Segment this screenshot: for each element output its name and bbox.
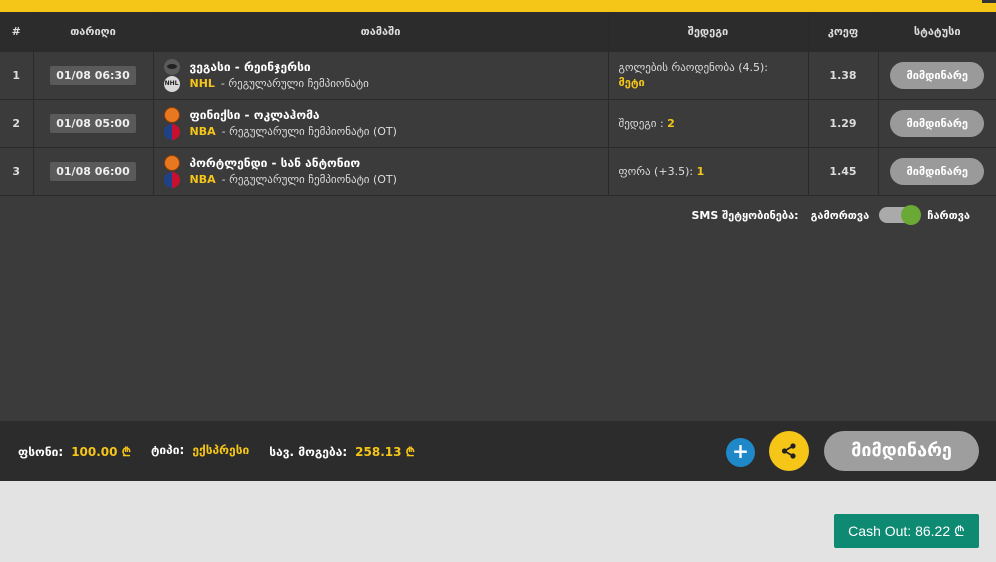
pick-value: მეტი: [618, 76, 645, 89]
col-header-num: #: [0, 12, 33, 51]
status-badge[interactable]: მიმდინარე: [890, 109, 985, 137]
sms-label: SMS შეტყობინება:: [691, 208, 799, 222]
match-teams[interactable]: ვეგასი - რეინჯერსი: [190, 60, 311, 74]
row-number: 3: [0, 146, 33, 195]
tournament-name: - რეგულარული ჩემპიონატი (OT): [221, 125, 397, 138]
match-date: 01/08 05:00: [50, 113, 136, 133]
tournament-name: - რეგულარული ჩემპიონატი (OT): [221, 173, 397, 186]
top-corner-mark: [982, 0, 996, 3]
match-teams[interactable]: პორტლენდი - სან ანტონიო: [190, 156, 361, 170]
share-icon: [781, 443, 796, 459]
status-badge[interactable]: მიმდინარე: [890, 61, 985, 89]
odds-value: 1.38: [807, 50, 878, 99]
col-header-result: შედეგი: [607, 12, 808, 51]
possible-win-label: სავ. მოგება:: [269, 445, 348, 459]
match-teams[interactable]: ფინიქსი - ოკლაჰომა: [190, 108, 320, 122]
odds-value: 1.29: [807, 98, 878, 147]
sms-notification-control: SMS შეტყობინება: გამორთვა ჩართვა: [691, 205, 970, 225]
cash-out-button[interactable]: Cash Out: 86.22 ₾: [834, 514, 979, 548]
nhl-logo-icon: NHL: [163, 75, 180, 92]
toggle-knob: [901, 205, 922, 225]
league-name: NBA: [189, 173, 216, 186]
pick-market: ფორა (+3.5):: [618, 164, 694, 178]
hockey-puck-icon: [163, 58, 180, 75]
basketball-icon: [163, 154, 180, 171]
stake-value: 100.00 ₾: [71, 445, 131, 459]
basketball-icon: [163, 106, 180, 123]
status-badge[interactable]: მიმდინარე: [890, 157, 985, 185]
league-name: NBA: [189, 125, 216, 138]
col-header-status: სტატუსი: [877, 12, 996, 51]
type-value: ექსპრესი: [192, 443, 250, 457]
add-button[interactable]: +: [726, 438, 755, 467]
pick-market: შედეგი :: [618, 116, 664, 130]
bet-details-panel: # თარიღი თამაში შედეგი კოეფ სტატუსი 1 01…: [0, 12, 996, 481]
sms-on-label[interactable]: ჩართვა: [927, 209, 970, 222]
pick-value: 1: [696, 164, 705, 178]
bet-summary: ფსონი: 100.00 ₾ ტიპი: ექსპრესი სავ. მოგება…: [18, 443, 435, 460]
nba-logo-icon: [163, 171, 180, 188]
bet-status-button[interactable]: მიმდინარე: [824, 431, 979, 471]
row-number: 1: [0, 50, 33, 99]
table-row: 1 01/08 06:30 ვეგასი - რეინჯერსი NHL NHL -…: [0, 50, 996, 99]
type-label: ტიპი:: [150, 443, 185, 457]
bet-summary-footer: ფსონი: 100.00 ₾ ტიპი: ექსპრესი სავ. მოგება…: [0, 421, 996, 481]
league-name: NHL: [189, 77, 215, 90]
top-accent-bar: [0, 0, 996, 12]
col-header-odds: კოეფ: [807, 12, 878, 51]
tournament-name: - რეგულარული ჩემპიონატი: [220, 77, 369, 90]
table-row: 3 01/08 06:00 პორტლენდი - სან ანტონიო NB…: [0, 146, 996, 195]
col-header-date: თარიღი: [32, 12, 153, 51]
col-header-game: თამაში: [152, 12, 608, 51]
stake-label: ფსონი:: [18, 445, 64, 459]
sms-toggle[interactable]: [879, 205, 922, 225]
row-number: 2: [0, 98, 33, 147]
match-date: 01/08 06:00: [50, 161, 136, 181]
pick-market: გოლების რაოდენობა (4.5):: [618, 61, 769, 74]
bets-table: # თარიღი თამაში შედეგი კოეფ სტატუსი 1 01…: [0, 12, 996, 196]
odds-value: 1.45: [807, 146, 878, 195]
nba-logo-icon: [163, 123, 180, 140]
pick-value: 2: [667, 116, 675, 130]
share-button[interactable]: [769, 431, 809, 471]
table-row: 2 01/08 05:00 ფინიქსი - ოკლაჰომა NBA - რე…: [0, 98, 996, 147]
possible-win-value: 258.13 ₾: [355, 445, 415, 459]
sms-off-label[interactable]: გამორთვა: [811, 209, 870, 222]
match-date: 01/08 06:30: [50, 65, 136, 85]
table-header-row: # თარიღი თამაში შედეგი კოეფ სტატუსი: [0, 12, 996, 51]
